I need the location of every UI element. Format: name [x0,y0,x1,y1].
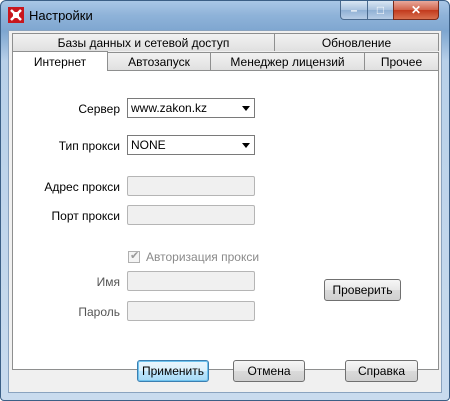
proxy-type-value: NONE [131,138,166,152]
tab-internet[interactable]: Интернет [12,51,108,71]
server-label: Сервер [78,102,120,116]
minimize-button[interactable]: – [340,1,368,20]
tab-label: Автозапуск [128,54,190,69]
close-button[interactable]: ✕ [393,1,439,20]
proxy-auth-checkbox[interactable]: ✔ [128,250,140,263]
proxy-address-label: Адрес прокси [44,180,120,194]
proxy-auth-label: Авторизация прокси [146,250,260,264]
server-value: www.zakon.kz [131,101,208,115]
apply-button[interactable]: Применить [137,360,209,382]
title-bar[interactable]: Настройки – □ ✕ [1,1,449,31]
tab-label: Базы данных и сетевой доступ [57,35,230,50]
window-title: Настройки [29,8,93,23]
tab-label: Прочее [380,54,423,69]
proxy-port-label: Порт прокси [51,209,120,223]
cancel-button[interactable]: Отмена [233,360,305,382]
tab-other[interactable]: Прочее [364,52,439,70]
internet-tab-page: Сервер www.zakon.kz Тип прокси NONE Адре… [12,70,439,370]
tab-label: Интернет [33,54,87,69]
tab-label: Менеджер лицензий [230,54,345,69]
tab-update[interactable]: Обновление [274,33,439,51]
username-field[interactable] [127,271,255,291]
tab-databases-network[interactable]: Базы данных и сетевой доступ [12,33,275,51]
proxy-type-label: Тип прокси [58,139,120,153]
close-icon: ✕ [410,3,422,17]
server-select[interactable]: www.zakon.kz [127,98,255,118]
minimize-icon: – [350,3,358,17]
app-icon [8,7,24,23]
chevron-down-icon [242,106,250,111]
username-label: Имя [96,275,120,289]
tab-license-manager[interactable]: Менеджер лицензий [210,52,365,70]
proxy-port-field[interactable] [127,205,255,225]
maximize-icon: □ [376,3,385,17]
password-field[interactable] [127,301,255,321]
chevron-down-icon [242,143,250,148]
checkmark-icon: ✔ [130,250,140,262]
proxy-type-select[interactable]: NONE [127,135,255,155]
maximize-button[interactable]: □ [367,1,394,20]
password-label: Пароль [78,305,120,319]
settings-window: Настройки – □ ✕ Базы данных и сетевой до… [0,0,450,401]
tab-label: Обновление [321,35,392,50]
help-button[interactable]: Справка [345,360,418,382]
tab-autostart[interactable]: Автозапуск [107,52,211,70]
proxy-address-field[interactable] [127,176,255,196]
dialog-client-area: Базы данных и сетевой доступ Обновление … [8,30,442,393]
check-button[interactable]: Проверить [324,279,401,301]
